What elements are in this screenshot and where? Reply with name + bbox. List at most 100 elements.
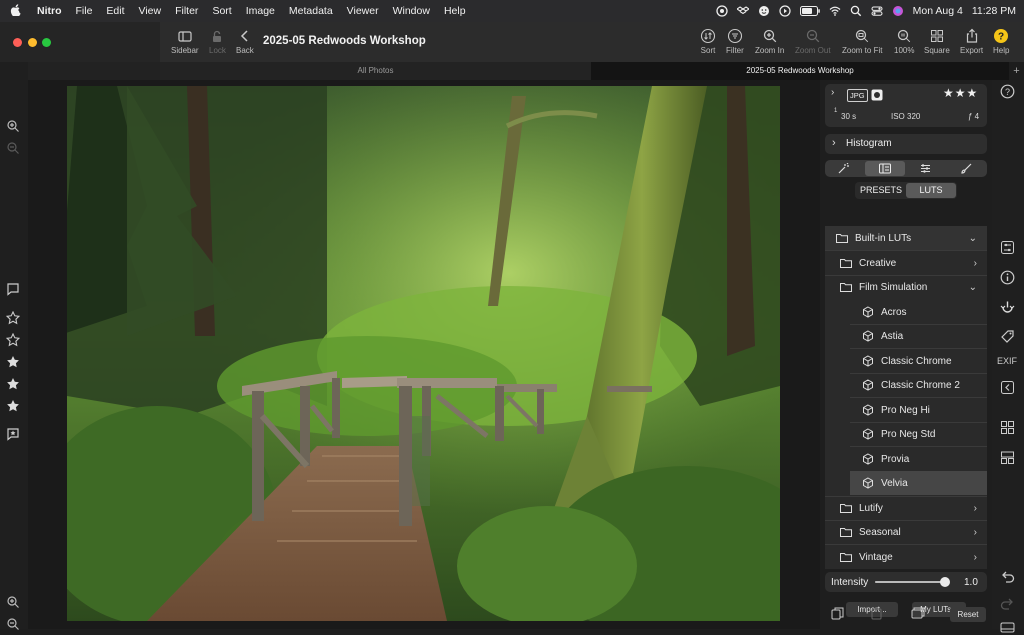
- star-outline-icon[interactable]: [6, 333, 20, 347]
- collapse-panel-icon[interactable]: [1000, 380, 1015, 395]
- zoom-out-icon[interactable]: [6, 141, 20, 155]
- lut-item-astia[interactable]: Astia: [825, 324, 987, 348]
- zoom-in-button[interactable]: Zoom In: [755, 28, 784, 55]
- star-filled-icon[interactable]: [6, 377, 20, 391]
- info-icon[interactable]: [1000, 270, 1015, 285]
- presets-tool-tab[interactable]: [865, 161, 905, 176]
- intensity-slider-knob[interactable]: [940, 577, 950, 587]
- app-menu[interactable]: Nitro: [30, 5, 69, 17]
- star-comment-icon[interactable]: [6, 427, 20, 441]
- control-center-icon[interactable]: [871, 5, 883, 17]
- wifi-icon[interactable]: [829, 5, 841, 17]
- filmstrip-icon[interactable]: [1000, 620, 1015, 635]
- back-button[interactable]: Back: [236, 28, 254, 55]
- zoom-in-icon[interactable]: [6, 119, 20, 133]
- sidebar-button[interactable]: Sidebar: [171, 28, 199, 55]
- sort-button[interactable]: Sort: [700, 28, 716, 55]
- tab-redwoods-workshop[interactable]: 2025-05 Redwoods Workshop: [591, 62, 1009, 80]
- sliders-icon[interactable]: [920, 163, 931, 174]
- sidebar-header: [0, 22, 160, 62]
- menu-metadata[interactable]: Metadata: [282, 5, 340, 17]
- adjustments-icon[interactable]: [1000, 240, 1015, 255]
- tag-icon[interactable]: [1000, 329, 1015, 344]
- menu-help[interactable]: Help: [437, 5, 473, 17]
- intensity-slider[interactable]: [875, 577, 950, 587]
- play-icon[interactable]: [779, 5, 791, 17]
- tab-all-photos[interactable]: All Photos: [160, 62, 591, 80]
- lut-item-classic-chrome[interactable]: Classic Chrome: [825, 349, 987, 373]
- exif-button[interactable]: EXIF: [997, 356, 1017, 366]
- zoom-in-label: Zoom In: [755, 46, 785, 55]
- help-circle-icon[interactable]: ?: [1000, 84, 1015, 99]
- menu-image[interactable]: Image: [239, 5, 282, 17]
- lut-folder-lutify[interactable]: Lutify ›: [825, 496, 987, 520]
- compare-icon[interactable]: [911, 607, 925, 620]
- lut-folder-creative[interactable]: Creative ›: [825, 251, 987, 275]
- zoom-out-button[interactable]: Zoom Out: [795, 28, 831, 55]
- undo-icon[interactable]: [1000, 569, 1015, 584]
- star-outline-icon[interactable]: [6, 311, 20, 325]
- menu-window[interactable]: Window: [386, 5, 437, 17]
- lut-item-provia[interactable]: Provia: [825, 447, 987, 471]
- lut-folder-seasonal[interactable]: Seasonal ›: [825, 520, 987, 544]
- rotate-icon[interactable]: [1000, 300, 1015, 315]
- presets-segment[interactable]: PRESETS: [856, 183, 906, 198]
- zoom-window-button[interactable]: [42, 38, 51, 47]
- menu-edit[interactable]: Edit: [99, 5, 131, 17]
- magic-wand-icon[interactable]: [838, 163, 849, 174]
- face-icon[interactable]: [758, 5, 770, 17]
- creative-cloud-icon[interactable]: [715, 5, 728, 17]
- star-filled-icon[interactable]: [6, 355, 20, 369]
- star-filled-icon[interactable]: [6, 399, 20, 413]
- filter-label: Filter: [726, 46, 744, 55]
- brush-icon[interactable]: [961, 163, 972, 174]
- comment-icon[interactable]: [6, 282, 20, 296]
- zoom-to-fit-button[interactable]: Zoom to Fit: [842, 28, 882, 55]
- apple-menu-icon[interactable]: [0, 3, 30, 19]
- menu-filter[interactable]: Filter: [168, 5, 205, 17]
- redo-icon[interactable]: [1000, 596, 1015, 611]
- lock-button[interactable]: Lock: [209, 28, 226, 55]
- lut-item-pro-neg-hi[interactable]: Pro Neg Hi: [825, 398, 987, 422]
- lut-item-velvia-selected[interactable]: Velvia: [825, 471, 987, 495]
- menubar-date[interactable]: Mon Aug 4: [913, 5, 963, 17]
- battery-icon[interactable]: [799, 6, 820, 16]
- export-button[interactable]: Export: [960, 28, 983, 55]
- menubar-time[interactable]: 11:28 PM: [972, 5, 1016, 17]
- menu-sort[interactable]: Sort: [205, 5, 238, 17]
- menu-file[interactable]: File: [69, 5, 100, 17]
- dropbox-icon[interactable]: [736, 5, 749, 17]
- zoom-in-icon[interactable]: [6, 595, 20, 609]
- star-rating[interactable]: ★★★: [943, 86, 978, 100]
- siri-icon[interactable]: [892, 5, 904, 17]
- menu-viewer[interactable]: Viewer: [340, 5, 386, 17]
- lut-item-acros[interactable]: Acros: [825, 300, 987, 324]
- menu-view[interactable]: View: [132, 5, 169, 17]
- layers-icon[interactable]: [1000, 450, 1015, 465]
- zoom-100-button[interactable]: 100%: [894, 28, 914, 55]
- photo-viewer[interactable]: [28, 80, 820, 629]
- luts-segment[interactable]: LUTS: [906, 183, 956, 198]
- filter-button[interactable]: Filter: [726, 28, 744, 55]
- square-button[interactable]: Square: [924, 28, 950, 55]
- forest-bridge-photo[interactable]: [67, 86, 780, 621]
- reset-button[interactable]: Reset: [950, 607, 986, 622]
- lut-cube-icon: [863, 306, 873, 318]
- photo-info-card: › JPG ★★★ 1 30 s ISO 320 ƒ 4: [825, 84, 987, 127]
- histogram-header[interactable]: › Histogram: [825, 134, 987, 154]
- paste-adjustments-icon[interactable]: [870, 607, 883, 620]
- lut-folder-vintage[interactable]: Vintage ›: [825, 545, 987, 569]
- search-icon[interactable]: [850, 5, 862, 17]
- chevron-right-icon[interactable]: ›: [831, 87, 834, 98]
- copy-adjustments-icon[interactable]: [831, 607, 844, 620]
- lut-folder-built-in[interactable]: Built-in LUTs ⌄: [825, 226, 987, 250]
- grid-view-icon[interactable]: [1000, 420, 1015, 435]
- lut-item-pro-neg-std[interactable]: Pro Neg Std: [825, 422, 987, 446]
- tab-bar: All Photos 2025-05 Redwoods Workshop +: [160, 62, 1024, 80]
- minimize-window-button[interactable]: [28, 38, 37, 47]
- lut-folder-film-simulation[interactable]: Film Simulation ⌄: [825, 275, 987, 299]
- lut-item-classic-chrome-2[interactable]: Classic Chrome 2: [825, 373, 987, 397]
- add-tab-button[interactable]: +: [1009, 62, 1024, 80]
- help-button[interactable]: ? Help: [993, 28, 1009, 55]
- close-window-button[interactable]: [13, 38, 22, 47]
